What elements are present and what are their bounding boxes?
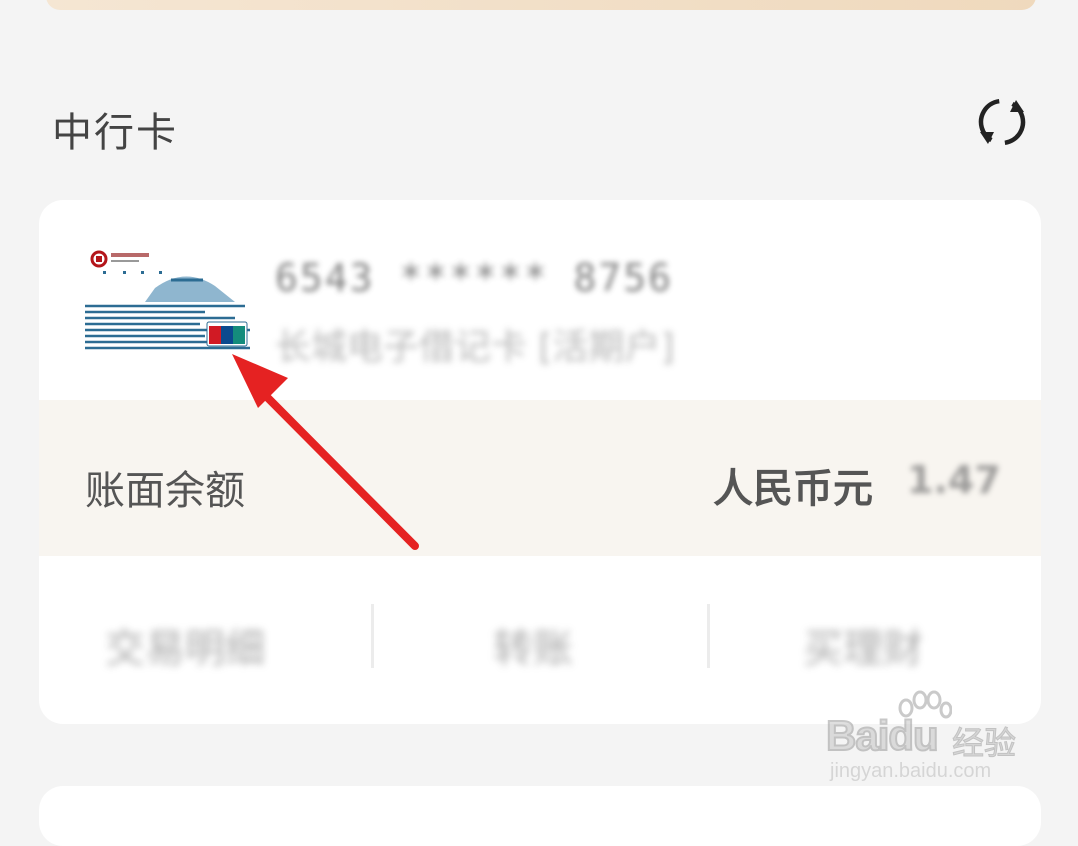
- bank-of-china-card-icon: [85, 246, 253, 356]
- transfer-button[interactable]: 转账: [493, 616, 573, 674]
- balance-amount: 1.47: [907, 458, 1001, 502]
- watermark-text: 经验: [951, 724, 1017, 763]
- card-number: 6543 ****** 8756: [275, 256, 674, 300]
- section-title: 中行卡: [52, 110, 178, 156]
- divider: [707, 604, 710, 668]
- baidu-watermark: Baidu 经验 jingyan.baidu.com: [825, 690, 1026, 790]
- refresh-icon: [978, 98, 1026, 146]
- buy-wealth-button[interactable]: 买理财: [803, 616, 923, 674]
- refresh-button[interactable]: [974, 94, 1030, 150]
- card-description: 长城电子借记卡 [活期户]: [275, 327, 675, 368]
- transaction-details-button[interactable]: 交易明细: [105, 616, 265, 674]
- watermark-url: jingyan.baidu.com: [830, 760, 992, 782]
- balance-row: 账面余额 人民币元 1.47: [39, 400, 1041, 556]
- divider: [371, 604, 374, 668]
- top-banner: [46, 0, 1036, 10]
- balance-label: 账面余额: [85, 468, 245, 514]
- watermark-logo: Baidu: [825, 711, 940, 760]
- account-card[interactable]: 6543 ****** 8756 长城电子借记卡 [活期户] 账面余额 人民币元…: [39, 200, 1041, 724]
- next-card[interactable]: [39, 786, 1041, 846]
- currency-label: 人民币元: [713, 466, 873, 512]
